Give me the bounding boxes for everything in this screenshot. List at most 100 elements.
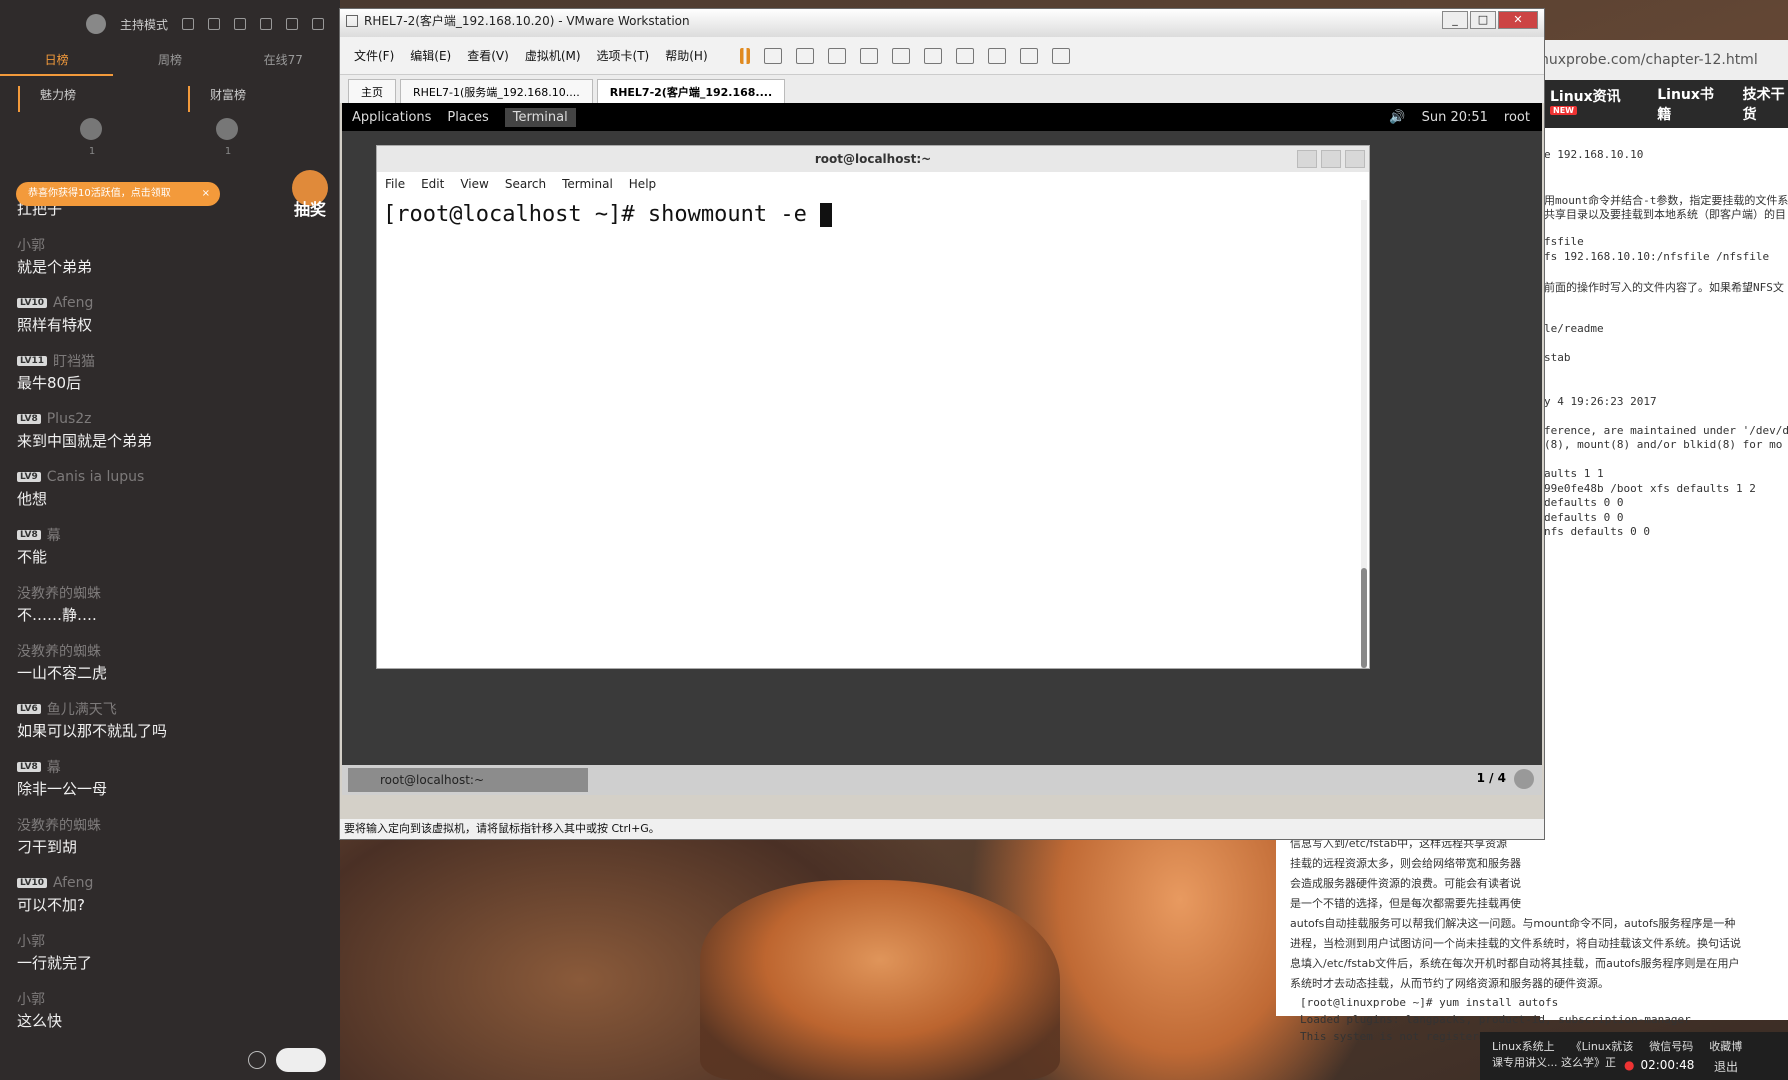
chat-message: 没教养的蜘蛛 不……静…. (17, 582, 327, 640)
terminal-close-button[interactable] (1345, 150, 1365, 168)
wealth-rank-label[interactable]: 财富榜 (188, 86, 340, 112)
close-button[interactable]: ✕ (1498, 11, 1538, 29)
message-user[interactable]: 小郭 (17, 989, 45, 1009)
message-user[interactable]: 没教养的蜘蛛 (17, 815, 101, 835)
terminal-menu-help[interactable]: Help (629, 177, 656, 191)
volume-icon[interactable]: 🔊 (1389, 110, 1405, 125)
terminal-minimize-button[interactable] (1297, 150, 1317, 168)
minimize-icon[interactable] (260, 18, 272, 30)
close-icon[interactable] (312, 18, 324, 30)
message-user[interactable]: 小郭 (17, 931, 45, 951)
scrollbar-thumb[interactable] (1361, 568, 1367, 668)
message-user[interactable]: Canis ia lupus (47, 469, 145, 485)
settings-icon[interactable] (182, 18, 194, 30)
terminal-window[interactable]: root@localhost:~ File Edit View Search T… (376, 145, 1370, 669)
message-user[interactable]: 没教养的蜘蛛 (17, 641, 101, 661)
minimize-button[interactable]: _ (1442, 11, 1468, 29)
clock[interactable]: Sun 20:51 (1422, 110, 1488, 125)
tab-weekly[interactable]: 周榜 (113, 48, 226, 76)
message-user[interactable]: 幕 (47, 757, 61, 777)
host-avatar[interactable] (85, 14, 106, 34)
user-menu[interactable]: root (1504, 110, 1530, 125)
taskbar-item[interactable]: Linux系统上 (1492, 1038, 1555, 1054)
message-user[interactable]: 小郭 (17, 235, 45, 255)
snapshot-icon[interactable] (795, 47, 814, 64)
vmware-titlebar[interactable]: RHEL7-2(客户端_192.168.10.20) - VMware Work… (340, 9, 1544, 37)
nav-linux-news[interactable]: Linux资讯NEW (1550, 86, 1629, 123)
taskbar-item[interactable]: 微信号码 (1649, 1038, 1693, 1054)
terminal-output[interactable]: [root@localhost ~]# showmount -e (377, 196, 1369, 233)
taskbar-item[interactable]: 《Linux就该 (1571, 1038, 1634, 1054)
send-ctrl-alt-del-icon[interactable] (763, 47, 782, 64)
article-line: 共享目录以及要挂载到本地系统（即客户端）的目 (1544, 208, 1786, 221)
host-mode-label[interactable]: 主持模式 (120, 16, 168, 33)
quit-button[interactable]: 退出 (1714, 1058, 1738, 1075)
rank-avatars: 1 1 (0, 112, 340, 172)
menu-icon[interactable] (234, 18, 246, 30)
terminal-menu-file[interactable]: File (385, 177, 405, 191)
tab-rhel7-2[interactable]: RHEL7-2(客户端_192.168.... (596, 79, 786, 103)
lottery-button[interactable]: 抽奖 (290, 170, 330, 220)
menu-vm[interactable]: 虚拟机(M) (525, 47, 581, 64)
maximize-button[interactable]: □ (1470, 11, 1496, 29)
nav-tech[interactable]: 技术干货 (1743, 84, 1788, 124)
message-user[interactable]: Plus2z (47, 411, 92, 427)
workspace-pager[interactable]: 1 / 4 (1477, 771, 1506, 785)
guest-screen[interactable]: Applications Places Terminal 🔊 Sun 20:51… (342, 103, 1542, 795)
message-user[interactable]: 幕 (47, 525, 61, 545)
tab-daily[interactable]: 日榜 (0, 48, 114, 76)
charm-rank-label[interactable]: 魅力榜 (18, 86, 170, 112)
revert-snapshot-icon[interactable] (827, 47, 846, 64)
message-user[interactable]: 盯裆猫 (53, 351, 95, 371)
message-user[interactable]: Afeng (53, 875, 93, 891)
toast-close-icon[interactable]: × (202, 182, 210, 206)
message-meta: LV11 盯裆猫 (17, 350, 327, 372)
menu-file[interactable]: 文件(F) (354, 47, 394, 64)
terminal-titlebar[interactable]: root@localhost:~ (377, 146, 1369, 172)
places-menu[interactable]: Places (447, 110, 488, 125)
send-button[interactable] (276, 1048, 326, 1072)
console-icon[interactable] (1019, 47, 1038, 64)
article-line: defaults 0 0 (1544, 496, 1624, 509)
tab-rhel7-1[interactable]: RHEL7-1(服务端_192.168.10.... (400, 79, 593, 103)
pause-icon[interactable] (739, 47, 750, 64)
snapshot-manager-icon[interactable] (859, 47, 878, 64)
browser-url-bar[interactable]: nuxprobe.com/chapter-12.html (1540, 40, 1788, 80)
message-user[interactable]: 鱼儿满天飞 (47, 699, 117, 719)
terminal-menu-search[interactable]: Search (505, 177, 546, 191)
message-user[interactable]: Afeng (53, 295, 93, 311)
terminal-menu-terminal[interactable]: Terminal (562, 177, 613, 191)
menu-edit[interactable]: 编辑(E) (410, 47, 451, 64)
terminal-menu-view[interactable]: View (460, 177, 488, 191)
applications-menu[interactable]: Applications (352, 110, 431, 125)
level-badge: LV9 (17, 472, 41, 482)
terminal-maximize-button[interactable] (1321, 150, 1341, 168)
menu-tabs[interactable]: 选项卡(T) (597, 47, 650, 64)
article-line (1544, 337, 1788, 352)
message-meta: LV8 幕 (17, 756, 327, 778)
taskbar-item[interactable]: 收藏博 (1709, 1038, 1742, 1054)
maximize-icon[interactable] (286, 18, 298, 30)
stretch-icon[interactable] (1051, 47, 1070, 64)
tab-home[interactable]: 主页 (348, 79, 396, 103)
edit-icon[interactable] (208, 18, 220, 30)
terminal-menu-edit[interactable]: Edit (421, 177, 444, 191)
terminal-scrollbar[interactable] (1361, 200, 1367, 668)
taskbar-terminal-item[interactable]: root@localhost:~ (348, 768, 588, 792)
emoji-icon[interactable] (248, 1051, 266, 1069)
rank-entry[interactable]: 1 (216, 118, 240, 172)
notification-icon[interactable] (1514, 769, 1534, 789)
thumbnail-icon[interactable] (923, 47, 942, 64)
nav-linux-books[interactable]: Linux书籍 (1657, 84, 1714, 124)
unity-icon[interactable] (987, 47, 1006, 64)
terminal-app-label[interactable]: Terminal (504, 107, 576, 127)
fullscreen-icon[interactable] (955, 47, 974, 64)
menu-view[interactable]: 查看(V) (467, 47, 509, 64)
menu-help[interactable]: 帮助(H) (665, 47, 707, 64)
rank-entry[interactable]: 1 (80, 118, 104, 172)
tab-online[interactable]: 在线77 (227, 48, 340, 76)
reward-toast[interactable]: 恭喜你获得10活跃值，点击领取 × (16, 182, 220, 206)
message-text: 这么快 (17, 1012, 63, 1030)
message-user[interactable]: 没教养的蜘蛛 (17, 583, 101, 603)
library-icon[interactable] (891, 47, 910, 64)
